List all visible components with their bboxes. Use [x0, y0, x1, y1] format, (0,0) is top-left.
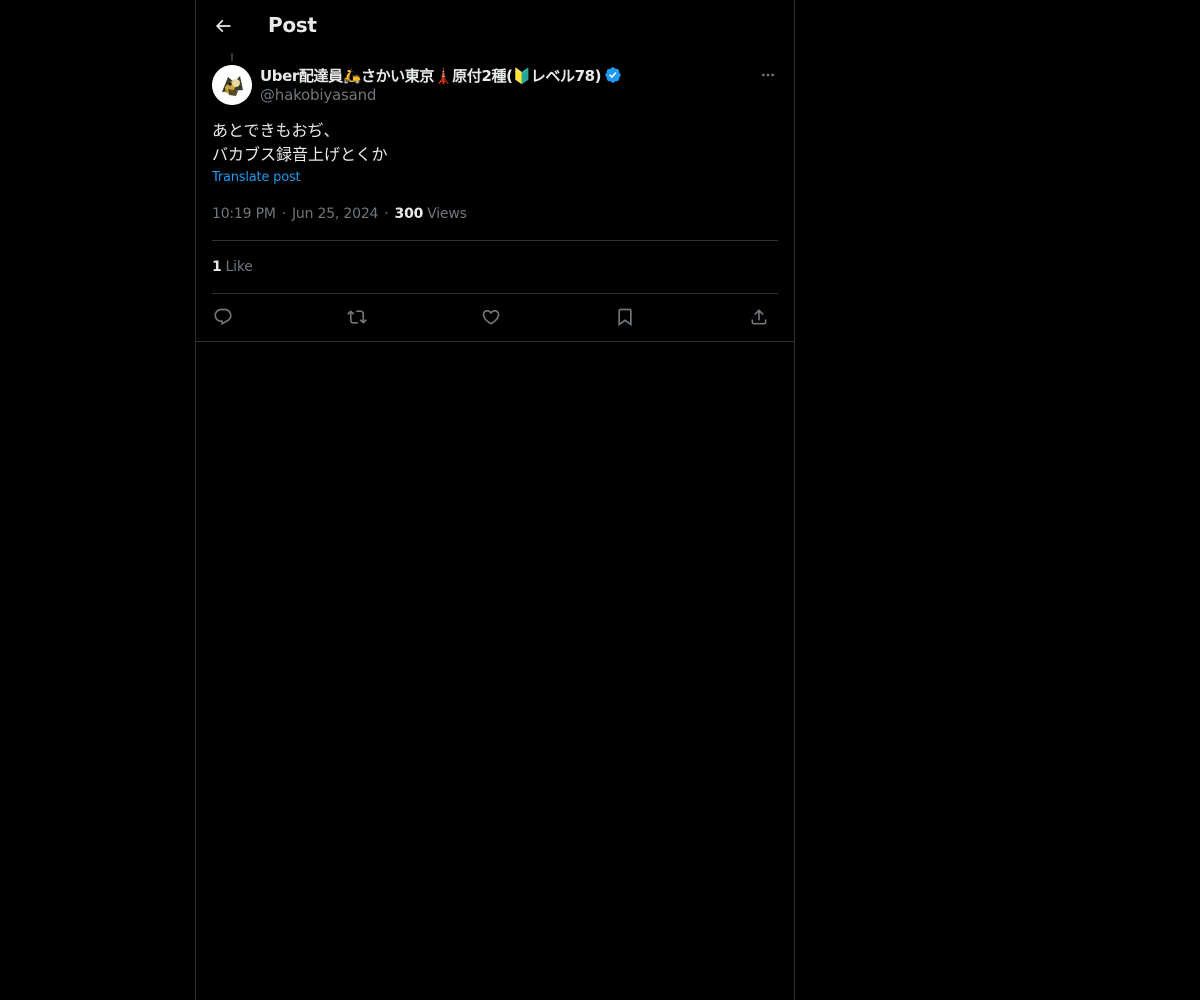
- bookmark-button[interactable]: [612, 304, 638, 330]
- page-title: Post: [268, 13, 317, 37]
- likes-summary[interactable]: 1 Like: [212, 257, 253, 277]
- heart-icon: [482, 309, 500, 325]
- divider: [212, 240, 778, 241]
- author-handle[interactable]: @hakobiyasand: [260, 86, 376, 104]
- post-bottom-border: [196, 341, 794, 342]
- meta-separator: ·: [281, 206, 286, 222]
- reply-button[interactable]: [210, 304, 236, 330]
- post-text: あとできもおぢ、 バカブス録音上げとくか: [212, 119, 772, 167]
- likes-label: Like: [225, 259, 253, 275]
- verified-badge-icon[interactable]: [604, 66, 622, 84]
- more-options-button[interactable]: [756, 64, 780, 86]
- views-label: Views: [427, 206, 467, 222]
- author-display-name[interactable]: Uber配達員🛵さかい東京🗼原付2種(🔰レベル78): [260, 65, 602, 86]
- action-bar: [212, 304, 778, 330]
- post-meta: 10:19 PM · Jun 25, 2024 · 300 Views: [212, 204, 467, 224]
- author-avatar[interactable]: [212, 65, 252, 105]
- translate-post-link[interactable]: Translate post: [212, 170, 301, 185]
- avatar-illustration: [212, 65, 252, 105]
- share-icon: [751, 309, 767, 325]
- reply-icon: [214, 308, 232, 326]
- views-count: 300: [394, 206, 424, 222]
- post-text-line: バカブス録音上げとくか: [212, 145, 388, 164]
- post-time[interactable]: 10:19 PM: [212, 206, 276, 222]
- repost-button[interactable]: [344, 304, 370, 330]
- share-button[interactable]: [746, 304, 772, 330]
- bookmark-icon: [618, 308, 632, 327]
- arrow-left-icon: [215, 19, 231, 33]
- like-button[interactable]: [478, 304, 504, 330]
- likes-count: 1: [212, 259, 222, 275]
- meta-separator: ·: [384, 206, 389, 222]
- author-name-row[interactable]: Uber配達員🛵さかい東京🗼原付2種(🔰レベル78): [260, 64, 622, 86]
- back-button[interactable]: [206, 9, 240, 43]
- post-text-line: あとできもおぢ、: [212, 121, 340, 140]
- thread-connector-line: [231, 53, 233, 61]
- main-column: Post Uber配達員🛵さかい東京🗼原付2種(🔰レベル78) @hakobiy…: [195, 0, 795, 1000]
- more-horizontal-icon: [762, 73, 774, 77]
- top-bar: Post: [196, 0, 794, 53]
- divider: [212, 293, 778, 294]
- post-date[interactable]: Jun 25, 2024: [292, 206, 378, 222]
- repost-icon: [347, 310, 367, 324]
